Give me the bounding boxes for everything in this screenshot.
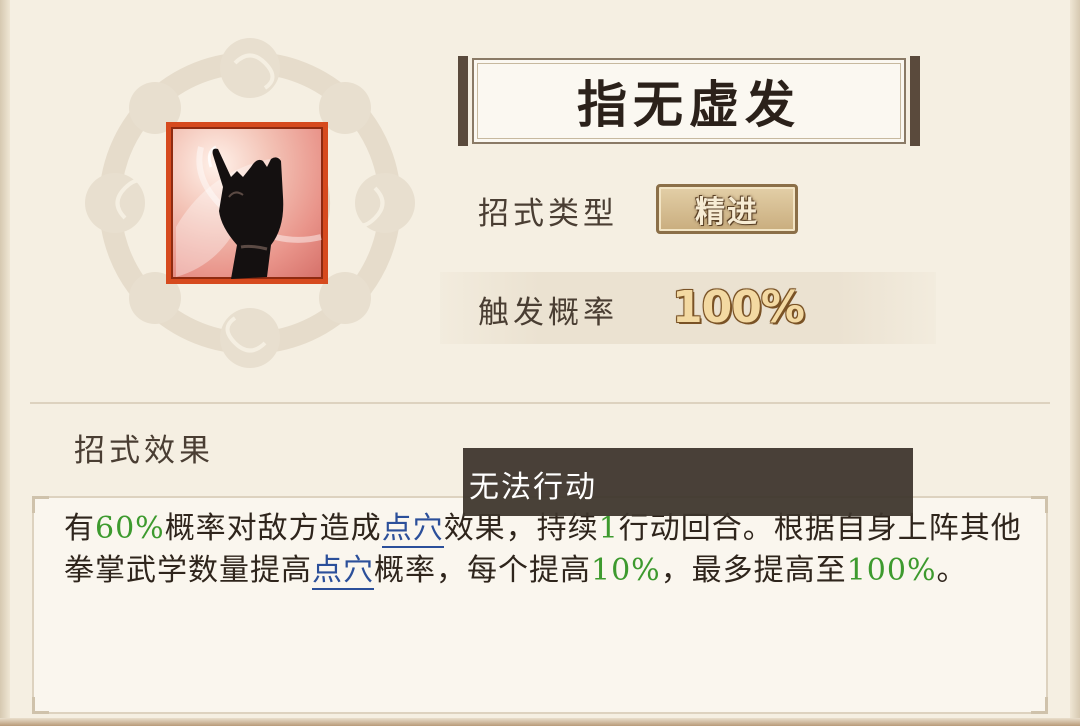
skill-type-label: 招式类型 [478,196,618,232]
title-bracket-right [910,56,920,146]
tooltip-text: 无法行动 [469,470,597,505]
trigger-rate-value: 100% [672,282,805,333]
skill-icon-frame[interactable] [166,122,328,284]
trigger-rate-label: 触发概率 [478,295,618,331]
desc-text: ，最多提高至 [660,553,847,588]
effect-description: 有60%概率对敌方造成点穴效果，持续1行动回合。根据自身上阵其他拳掌武学数量提高… [64,508,1024,592]
desc-value-max: 100% [846,553,937,588]
status-tooltip: 无法行动 [463,448,913,516]
pointing-hand-icon [176,145,322,279]
desc-text: 概率对敌方造成 [164,511,382,546]
effects-heading: 招式效果 [74,433,214,469]
desc-value-duration: 1 [598,511,619,546]
title-plate-inner: 指无虚发 [472,58,906,144]
desc-value-increment: 10% [591,553,661,588]
desc-value-chance: 60% [95,511,165,546]
box-corner [32,496,49,513]
window-frame-right [1070,0,1080,726]
desc-text: 。 [936,553,968,588]
desc-text: 效果，持续 [443,511,599,546]
status-link-acupoint[interactable]: 点穴 [312,553,374,590]
window-frame-bottom [0,718,1080,726]
skill-title-plate: 指无虚发 [458,56,920,146]
desc-text: 有 [64,511,95,546]
box-corner [1031,496,1048,513]
desc-text: 概率，每个提高 [374,553,591,588]
skill-name: 指无虚发 [577,75,801,134]
skill-type-badge: 精进 [656,184,798,234]
section-divider [30,402,1050,404]
status-link-acupoint[interactable]: 点穴 [381,511,444,548]
box-corner [1031,697,1048,714]
window-frame-left [0,0,10,726]
title-bracket-left [458,56,468,146]
box-corner [32,697,49,714]
skill-type-value: 精进 [695,195,759,230]
